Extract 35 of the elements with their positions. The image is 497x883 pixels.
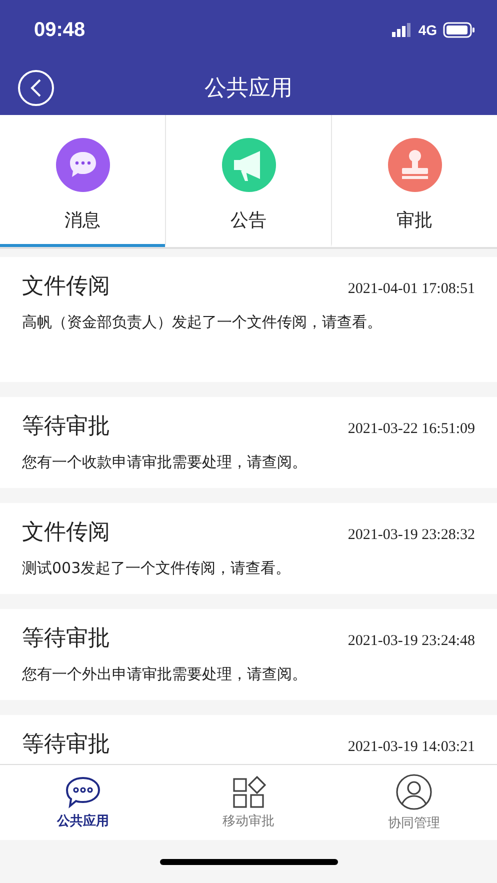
message-time: 2021-04-01 17:08:51 <box>348 281 475 298</box>
megaphone-icon <box>222 138 276 192</box>
battery-icon <box>443 22 475 38</box>
message-text: 您有一个收款申请审批需要处理，请查阅。 <box>22 453 308 472</box>
message-time: 2021-03-19 14:03:21 <box>348 739 475 756</box>
message-card[interactable]: 等待审批 2021-03-19 14:03:21 <box>0 715 497 764</box>
back-button[interactable] <box>18 70 54 106</box>
message-card[interactable]: 等待审批 2021-03-22 16:51:09 您有一个收款申请审批需要处理，请查阅。 <box>0 397 497 488</box>
tab-bar-item[interactable]: 协同管理 <box>331 765 497 840</box>
message-text: 测试003发起了一个文件传阅，请查看。 <box>22 559 292 578</box>
tab-bar-item[interactable]: 移动审批 <box>166 765 332 840</box>
message-title: 等待审批 <box>22 731 110 759</box>
message-title: 文件传阅 <box>22 273 110 301</box>
network-label: 4G <box>418 22 437 38</box>
status-time: 09:48 <box>34 18 86 42</box>
message-time: 2021-03-19 23:28:32 <box>348 527 475 544</box>
user-icon <box>395 773 434 811</box>
message-text: 高帆（资金部负责人）发起了一个文件传阅，请查看。 <box>22 313 383 332</box>
signal-icon <box>392 23 412 37</box>
tab-bar-item[interactable]: 公共应用 <box>0 765 166 840</box>
message-text: 您有一个外出申请审批需要处理，请查阅。 <box>22 665 308 684</box>
grid-icon <box>232 775 266 809</box>
chat-bubble-icon <box>56 138 110 192</box>
chevron-left-icon <box>29 78 43 96</box>
message-card[interactable]: 文件传阅 2021-04-01 17:08:51 高帆（资金部负责人）发起了一个文件传阅，请查看。 <box>0 257 497 382</box>
message-card[interactable]: 文件传阅 2021-03-19 23:28:32 测试003发起了一个文件传阅，请查看。 <box>0 503 497 594</box>
message-title: 文件传阅 <box>22 519 110 547</box>
stamp-icon <box>388 138 442 192</box>
page-title: 公共应用 <box>204 74 292 102</box>
message-time: 2021-03-22 16:51:09 <box>348 421 475 438</box>
message-time: 2021-03-19 23:24:48 <box>348 633 475 650</box>
message-title: 等待审批 <box>22 413 110 441</box>
message-card[interactable]: 等待审批 2021-03-19 23:24:48 您有一个外出申请审批需要处理，请查阅。 <box>0 609 497 700</box>
message-title: 等待审批 <box>22 625 110 653</box>
chat-bubble-icon <box>64 775 102 809</box>
